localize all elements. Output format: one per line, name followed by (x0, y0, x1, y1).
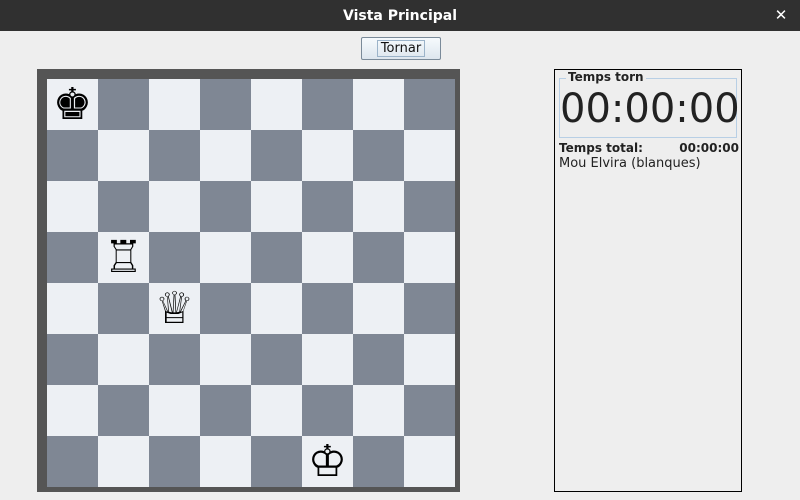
board-square[interactable] (251, 283, 302, 334)
board-square[interactable] (47, 181, 98, 232)
board-square[interactable] (98, 385, 149, 436)
board-square[interactable] (251, 181, 302, 232)
board-square[interactable] (149, 436, 200, 487)
board-square[interactable] (98, 79, 149, 130)
white-king-icon[interactable]: ♔ (308, 436, 347, 487)
board-square[interactable] (200, 232, 251, 283)
board-square[interactable] (200, 385, 251, 436)
board-square[interactable] (353, 232, 404, 283)
board-square[interactable] (404, 283, 455, 334)
board-square[interactable] (149, 334, 200, 385)
board-square[interactable] (404, 232, 455, 283)
board-square[interactable]: ♕ (149, 283, 200, 334)
board-square[interactable] (200, 181, 251, 232)
board-square[interactable] (251, 130, 302, 181)
board-square[interactable] (47, 436, 98, 487)
board-square[interactable] (353, 334, 404, 385)
window-title: Vista Principal (342, 7, 458, 24)
chess-board[interactable]: ♚ ♖ ♕ ♔ (47, 79, 455, 487)
board-square[interactable] (404, 334, 455, 385)
board-square[interactable] (149, 385, 200, 436)
board-square[interactable] (98, 334, 149, 385)
board-square[interactable] (47, 385, 98, 436)
board-square[interactable] (404, 181, 455, 232)
total-time-value: 00:00:00 (679, 141, 739, 155)
total-time-row: Temps total: 00:00:00 (559, 141, 739, 157)
board-square[interactable] (353, 283, 404, 334)
white-queen-icon[interactable]: ♕ (155, 283, 194, 334)
board-square[interactable] (149, 130, 200, 181)
board-square[interactable] (98, 436, 149, 487)
board-square[interactable] (98, 130, 149, 181)
board-square[interactable] (149, 181, 200, 232)
side-panel: Temps torn 00:00:00 Temps total: 00:00:0… (554, 69, 742, 492)
board-square[interactable] (404, 385, 455, 436)
board-square[interactable] (47, 283, 98, 334)
board-square[interactable] (353, 385, 404, 436)
board-square[interactable] (302, 283, 353, 334)
board-square[interactable] (302, 334, 353, 385)
board-square[interactable] (353, 181, 404, 232)
total-time-label: Temps total: (559, 141, 643, 155)
board-square[interactable] (353, 436, 404, 487)
white-rook-icon[interactable]: ♖ (104, 232, 143, 283)
window-titlebar: Vista Principal ✕ (0, 0, 800, 31)
board-square[interactable] (251, 232, 302, 283)
board-square[interactable] (353, 79, 404, 130)
board-square[interactable] (353, 130, 404, 181)
board-square[interactable] (404, 436, 455, 487)
close-icon[interactable]: ✕ (772, 6, 790, 24)
board-square[interactable] (200, 283, 251, 334)
board-square[interactable] (302, 232, 353, 283)
board-square[interactable] (200, 130, 251, 181)
turn-timer-group: Temps torn 00:00:00 (559, 70, 740, 138)
board-square[interactable] (251, 334, 302, 385)
black-king-icon[interactable]: ♚ (53, 79, 92, 130)
board-square[interactable] (302, 130, 353, 181)
board-square[interactable] (149, 79, 200, 130)
turn-clock: 00:00:00 (560, 86, 740, 132)
board-square[interactable] (98, 283, 149, 334)
board-square[interactable] (47, 334, 98, 385)
board-square[interactable] (200, 334, 251, 385)
board-square[interactable] (149, 232, 200, 283)
board-square[interactable] (47, 130, 98, 181)
board-square[interactable] (404, 79, 455, 130)
board-square[interactable] (251, 79, 302, 130)
board-square[interactable]: ♖ (98, 232, 149, 283)
back-button[interactable]: Tornar (361, 37, 441, 60)
board-square[interactable] (200, 79, 251, 130)
current-player: Mou Elvira (blanques) (559, 156, 701, 171)
board-square[interactable] (302, 385, 353, 436)
board-square[interactable] (251, 436, 302, 487)
board-square[interactable] (302, 79, 353, 130)
board-square[interactable]: ♚ (47, 79, 98, 130)
board-square[interactable] (404, 130, 455, 181)
board-square[interactable] (302, 181, 353, 232)
turn-timer-title: Temps torn (566, 70, 646, 84)
board-square[interactable] (251, 385, 302, 436)
board-square[interactable] (98, 181, 149, 232)
board-square[interactable]: ♔ (302, 436, 353, 487)
board-square[interactable] (47, 232, 98, 283)
board-square[interactable] (200, 436, 251, 487)
back-button-label: Tornar (376, 40, 426, 57)
chess-board-frame: ♚ ♖ ♕ ♔ (37, 69, 460, 492)
